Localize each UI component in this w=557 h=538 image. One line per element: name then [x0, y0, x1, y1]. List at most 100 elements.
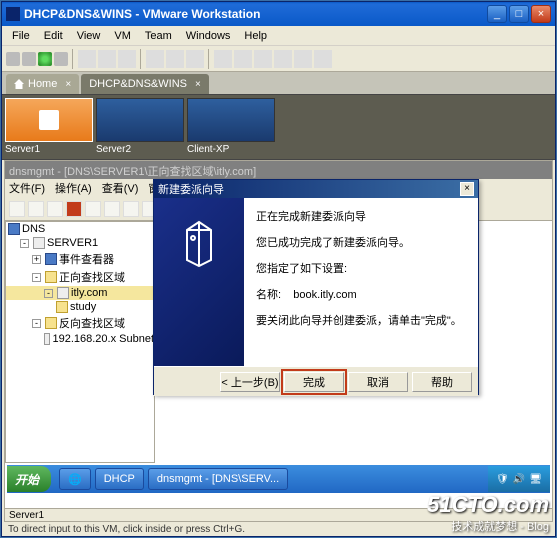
suspend-icon[interactable]: [22, 52, 36, 66]
power-on-icon[interactable]: [38, 52, 52, 66]
pane-1-icon[interactable]: [234, 50, 252, 68]
wizard-button-row: < 上一步(B) 完成 取消 帮助: [154, 366, 478, 396]
tray-icon[interactable]: 🔊: [513, 474, 525, 485]
zone-icon: [44, 333, 50, 345]
collapse-icon[interactable]: -: [44, 289, 53, 298]
tab-home[interactable]: Home ×: [6, 74, 79, 94]
show-console-icon[interactable]: [146, 50, 164, 68]
pane-5-icon[interactable]: [314, 50, 332, 68]
revert-icon[interactable]: [98, 50, 116, 68]
wizard-server-icon: [179, 218, 219, 268]
vm-preview: [187, 98, 275, 142]
refresh-icon[interactable]: [104, 201, 120, 217]
summary-icon[interactable]: [214, 50, 232, 68]
folder-icon: [45, 271, 57, 283]
reset-icon[interactable]: [54, 52, 68, 66]
maximize-button[interactable]: □: [509, 5, 529, 23]
menubar: File Edit View VM Team Windows Help: [2, 26, 555, 46]
collapse-icon[interactable]: -: [20, 239, 29, 248]
manage-snapshots-icon[interactable]: [118, 50, 136, 68]
tree-server[interactable]: - SERVER1: [6, 236, 154, 250]
close-button[interactable]: ×: [531, 5, 551, 23]
expand-icon[interactable]: +: [32, 255, 41, 264]
tray-icon[interactable]: 🖥: [529, 474, 542, 485]
new-delegation-wizard: 新建委派向导 × 正在完成新建委派向导 您已成功完成了新建委派向导。 您指定了如…: [153, 179, 479, 395]
back-icon[interactable]: [9, 201, 25, 217]
folder-icon: [45, 317, 57, 329]
menu-vm[interactable]: VM: [108, 28, 137, 44]
guest-vm-screen: dnsmgmt - [DNS\SERVER1\正向查找区域\itly.com] …: [4, 160, 553, 522]
start-button[interactable]: 开始: [7, 466, 51, 492]
fullscreen-icon[interactable]: [166, 50, 184, 68]
taskbar-item-dhcp[interactable]: DHCP: [95, 468, 144, 490]
tree-reverse-zones[interactable]: - 反向查找区域: [6, 314, 154, 332]
guest-taskbar: 开始 🌐 DHCP dnsmgmt - [DNS\SERV... 🛡 🔊 🖥: [7, 465, 550, 493]
dns-root-icon: [8, 223, 20, 235]
window-title: DHCP&DNS&WINS - VMware Workstation: [24, 7, 487, 21]
forward-icon[interactable]: [28, 201, 44, 217]
vmware-main-window: DHCP&DNS&WINS - VMware Workstation _ □ ×…: [1, 1, 556, 537]
vmware-icon: [6, 7, 20, 21]
book-icon: [45, 253, 57, 265]
zone-icon: [57, 287, 69, 299]
mmc-titlebar: dnsmgmt - [DNS\SERVER1\正向查找区域\itly.com]: [5, 161, 552, 179]
watermark: 51CTO.com 技术成就梦想 - Blog: [427, 492, 549, 534]
folder-icon: [56, 301, 68, 313]
server-icon: [33, 237, 45, 249]
wizard-content: 正在完成新建委派向导 您已成功完成了新建委派向导。 您指定了如下设置: 名称: …: [244, 198, 478, 366]
taskbar-item-ie[interactable]: 🌐: [59, 468, 91, 490]
up-icon[interactable]: [47, 201, 63, 217]
tree-zone-itly[interactable]: - itly.com: [6, 286, 154, 300]
menu-team[interactable]: Team: [139, 28, 178, 44]
finish-button[interactable]: 完成: [284, 372, 344, 392]
system-tray[interactable]: 🛡 🔊 🖥: [488, 466, 550, 492]
tray-icon[interactable]: 🛡: [496, 474, 509, 485]
vm-preview: [96, 98, 184, 142]
titlebar: DHCP&DNS&WINS - VMware Workstation _ □ ×: [2, 2, 555, 26]
mmc-menu-file[interactable]: 文件(F): [9, 180, 45, 196]
collapse-icon[interactable]: -: [32, 319, 41, 328]
vm-thumb-server2[interactable]: Server2: [96, 98, 184, 158]
taskbar-item-dnsmgmt[interactable]: dnsmgmt - [DNS\SERV...: [148, 468, 288, 490]
menu-edit[interactable]: Edit: [38, 28, 69, 44]
tab-close-icon[interactable]: ×: [195, 79, 201, 90]
pane-2-icon[interactable]: [254, 50, 272, 68]
dns-tree: DNS - SERVER1 + 事件查看器 - 正向查找区域: [5, 221, 155, 463]
export-icon[interactable]: [123, 201, 139, 217]
wizard-titlebar: 新建委派向导 ×: [154, 180, 478, 198]
wizard-sidebar: [154, 198, 244, 366]
vm-preview: [5, 98, 93, 142]
help-button[interactable]: 帮助: [412, 372, 472, 392]
unity-icon[interactable]: [186, 50, 204, 68]
snapshot-icon[interactable]: [78, 50, 96, 68]
tab-close-icon[interactable]: ×: [65, 79, 71, 90]
back-button[interactable]: < 上一步(B): [220, 372, 280, 392]
tree-study[interactable]: study: [6, 300, 154, 314]
tree-event-viewer[interactable]: + 事件查看器: [6, 250, 154, 268]
delete-icon[interactable]: [66, 201, 82, 217]
properties-icon[interactable]: [85, 201, 101, 217]
wizard-close-button[interactable]: ×: [460, 182, 474, 196]
mmc-menu-view[interactable]: 查看(V): [102, 180, 139, 196]
tree-dns-root[interactable]: DNS: [6, 222, 154, 236]
menu-help[interactable]: Help: [238, 28, 273, 44]
tab-bar: Home × DHCP&DNS&WINS ×: [2, 72, 555, 94]
vm-thumb-clientxp[interactable]: Client-XP: [187, 98, 275, 158]
menu-windows[interactable]: Windows: [180, 28, 237, 44]
cancel-button[interactable]: 取消: [348, 372, 408, 392]
vm-thumbnail-grid: Server1 Server2 Client-XP: [2, 94, 555, 160]
minimize-button[interactable]: _: [487, 5, 507, 23]
menu-file[interactable]: File: [6, 28, 36, 44]
collapse-icon[interactable]: -: [32, 273, 41, 282]
main-toolbar: [2, 46, 555, 72]
tree-forward-zones[interactable]: - 正向查找区域: [6, 268, 154, 286]
vm-thumb-server1[interactable]: Server1: [5, 98, 93, 158]
home-icon: [14, 79, 24, 89]
menu-view[interactable]: View: [71, 28, 107, 44]
mmc-menu-action[interactable]: 操作(A): [55, 180, 92, 196]
pane-4-icon[interactable]: [294, 50, 312, 68]
pane-3-icon[interactable]: [274, 50, 292, 68]
tab-dhcpdnswins[interactable]: DHCP&DNS&WINS ×: [81, 74, 209, 94]
power-off-icon[interactable]: [6, 52, 20, 66]
tree-subnet[interactable]: 192.168.20.x Subnet: [6, 332, 154, 346]
